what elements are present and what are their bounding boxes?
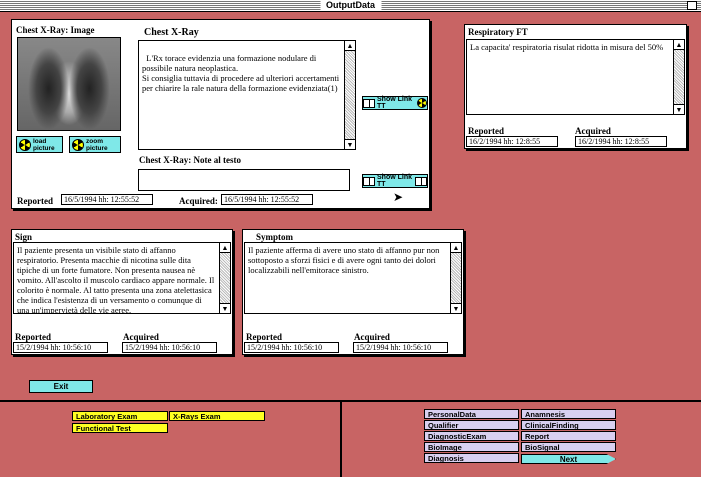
respiratory-acquired-field[interactable]: 16/2/1994 hh: 12:8:55 [575,136,667,147]
scroll-up-arrow-icon[interactable]: ▲ [451,243,461,253]
zoom-box-icon[interactable] [687,1,697,10]
chest-xray-notes-label: Chest X-Ray: Note al testo [139,155,241,165]
window-title: OutputData [320,0,381,11]
show-link-tt-button-2[interactable]: Show Link TT [362,174,428,188]
sign-title: Sign [15,232,33,242]
scroll-up-arrow-icon[interactable]: ▲ [220,243,230,253]
zoom-picture-button[interactable]: zoom picture [69,136,121,153]
mouse-pointer-icon: ➤ [393,190,404,204]
chest-xray-acquired-field[interactable]: 16/5/1994 hh: 12:55:52 [221,194,313,205]
scroll-up-arrow-icon[interactable]: ▲ [345,41,355,51]
chest-xray-report-content: L'Rx torace evidenzia una formazione nod… [142,53,340,93]
diagnostic-exam-button[interactable]: DiagnosticExam [424,431,519,441]
scroll-track[interactable] [345,51,355,139]
scroll-track[interactable] [220,253,230,303]
functional-test-button[interactable]: Functional Test [72,423,168,433]
respiratory-scrollbar[interactable]: ▲ ▼ [673,40,684,114]
symptom-acquired-field[interactable]: 15/2/1994 hh: 10:56:10 [353,342,448,353]
diagnosis-button[interactable]: Diagnosis [424,453,519,463]
symptom-reported-field[interactable]: 15/2/1994 hh: 10:56:10 [244,342,339,353]
scroll-down-arrow-icon[interactable]: ▼ [220,303,230,313]
show-link-label: Show Link TT [377,96,412,110]
show-link-label: Show Link TT [377,174,412,188]
symptom-title: Symptom [256,232,294,242]
book-icon [363,98,375,108]
xrays-exam-button[interactable]: X-Rays Exam [169,411,265,421]
sign-reported-field[interactable]: 15/2/1994 hh: 10:56:10 [13,342,108,353]
qualifier-button[interactable]: Qualifier [424,420,519,430]
respiratory-content: La capacita' respiratoria risulat ridott… [470,42,664,52]
nav-divider [340,400,342,477]
respiratory-reported-label: Reported [468,126,504,136]
report-button[interactable]: Report [521,431,616,441]
scroll-track[interactable] [674,50,684,104]
exit-button[interactable]: Exit [29,380,93,393]
symptom-scrollbar[interactable]: ▲ ▼ [450,243,461,313]
zoom-picture-label: zoom picture [86,137,108,152]
chest-xray-report-scrollbar[interactable]: ▲ ▼ [344,41,355,149]
personal-data-button[interactable]: PersonalData [424,409,519,419]
radiation-icon [72,138,84,151]
sign-acquired-field[interactable]: 15/2/1994 hh: 10:56:10 [122,342,217,353]
chest-xray-acquired-label: Acquired: [179,196,218,206]
laboratory-exam-button[interactable]: Laboratory Exam [72,411,168,421]
sign-scrollbar[interactable]: ▲ ▼ [219,243,230,313]
scroll-down-arrow-icon[interactable]: ▼ [451,303,461,313]
chest-xray-image [17,37,121,131]
chest-xray-reported-field[interactable]: 16/5/1994 hh: 12:55:52 [61,194,153,205]
sign-text[interactable]: Il paziente presenta un visibile stato d… [13,242,231,314]
anamnesis-button[interactable]: Anamnesis [521,409,616,419]
symptom-acquired-label: Acquired [354,332,390,342]
scroll-track[interactable] [451,253,461,303]
chest-xray-reported-label: Reported [17,196,53,206]
sign-content: Il paziente presenta un visibile stato d… [17,245,215,314]
book-icon [415,176,427,186]
scroll-down-arrow-icon[interactable]: ▼ [345,139,355,149]
show-link-tt-button-1[interactable]: Show Link TT [362,96,428,110]
chest-xray-report-text[interactable]: L'Rx torace evidenzia una formazione nod… [138,40,356,150]
chest-xray-notes-field[interactable] [138,169,350,191]
bioimage-button[interactable]: BioImage [424,442,519,452]
biosignal-button[interactable]: BioSignal [521,442,616,452]
book-icon [363,176,375,186]
clinical-finding-button[interactable]: ClinicalFinding [521,420,616,430]
sign-reported-label: Reported [15,332,51,342]
respiratory-reported-field[interactable]: 16/2/1994 hh: 12:8:55 [466,136,558,147]
respiratory-acquired-label: Acquired [575,126,611,136]
load-picture-label: load picture [33,137,55,152]
symptom-content: Il paziente afferma di avere uno stato d… [248,245,440,275]
sign-acquired-label: Acquired [123,332,159,342]
scroll-up-arrow-icon[interactable]: ▲ [674,40,684,50]
chest-xray-section-title: Chest X-Ray [144,27,199,38]
next-button[interactable]: Next [521,454,616,464]
respiratory-text[interactable]: La capacita' respiratoria risulat ridott… [466,39,685,115]
radiation-icon [19,138,31,151]
symptom-reported-label: Reported [246,332,282,342]
load-picture-button[interactable]: load picture [16,136,63,153]
window-titlebar[interactable]: OutputData [0,0,701,12]
radiation-icon [417,98,427,108]
symptom-text[interactable]: Il paziente afferma di avere uno stato d… [244,242,462,314]
respiratory-title: Respiratory FT [468,27,528,37]
scroll-down-arrow-icon[interactable]: ▼ [674,104,684,114]
chest-xray-image-label: Chest X-Ray: Image [16,25,95,35]
